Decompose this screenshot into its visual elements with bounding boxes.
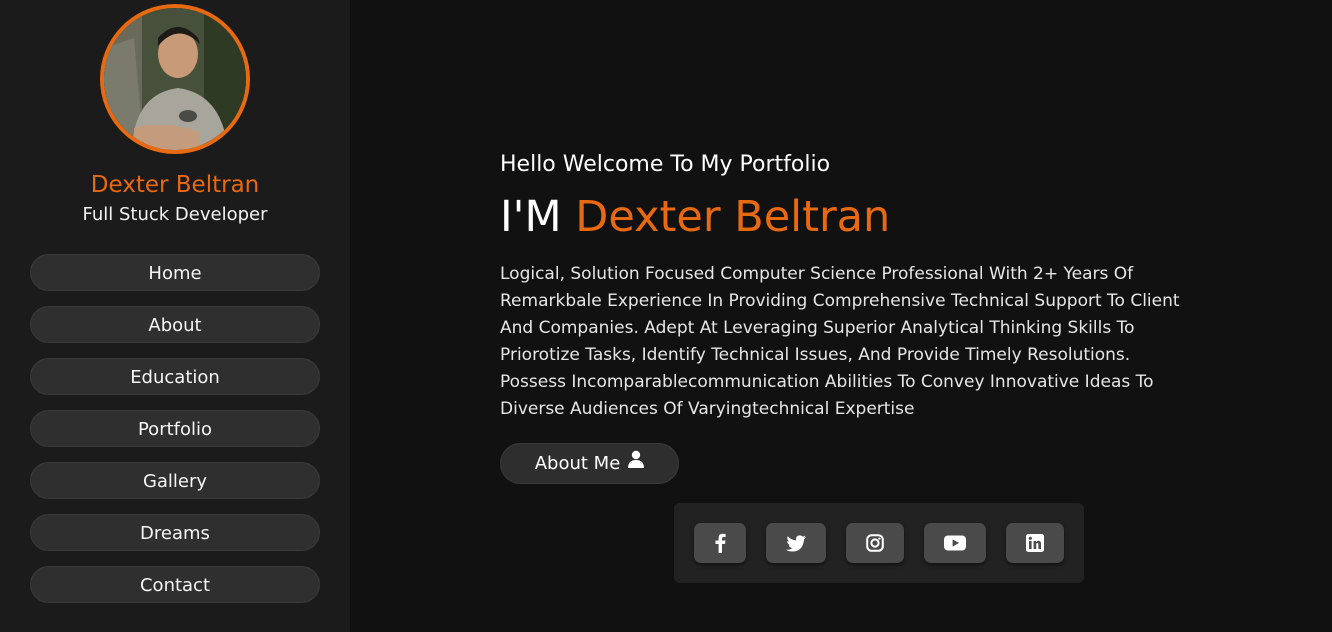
facebook-button[interactable]	[694, 523, 746, 563]
twitter-icon	[786, 534, 806, 551]
nav-about-button[interactable]: About	[30, 306, 320, 343]
youtube-button[interactable]	[924, 523, 986, 563]
avatar	[100, 4, 250, 154]
nav-dreams-button[interactable]: Dreams	[30, 514, 320, 551]
nav-contact-button[interactable]: Contact	[30, 566, 320, 603]
youtube-icon	[944, 535, 966, 551]
twitter-button[interactable]	[766, 523, 826, 563]
instagram-button[interactable]	[846, 523, 904, 563]
hero-greeting: Hello Welcome To My Portfolio	[500, 152, 831, 177]
facebook-icon	[715, 533, 726, 553]
instagram-icon	[866, 534, 884, 552]
hero-headline: I'M Dexter Beltran	[500, 190, 890, 244]
user-icon	[628, 443, 645, 482]
page: Dexter Beltran Full Stuck Developer Home…	[0, 0, 1332, 632]
hero-intro-name: Dexter Beltran	[575, 192, 891, 242]
nav-portfolio-button[interactable]: Portfolio	[30, 410, 320, 447]
nav-home-button[interactable]: Home	[30, 254, 320, 291]
sidebar: Dexter Beltran Full Stuck Developer Home…	[0, 0, 350, 632]
linkedin-button[interactable]	[1006, 523, 1064, 563]
sidebar-role: Full Stuck Developer	[82, 204, 268, 225]
sidebar-nav: Home About Education Portfolio Gallery D…	[30, 254, 320, 618]
hero-intro-prefix: I'M	[500, 192, 562, 242]
sidebar-name: Dexter Beltran	[90, 172, 260, 198]
nav-education-button[interactable]: Education	[30, 358, 320, 395]
linkedin-icon	[1026, 534, 1044, 552]
nav-gallery-button[interactable]: Gallery	[30, 462, 320, 499]
about-me-button[interactable]: About Me	[500, 443, 679, 484]
hero-bio: Logical, Solution Focused Computer Scien…	[500, 264, 1180, 419]
about-me-label: About Me	[534, 453, 621, 474]
social-links	[674, 503, 1084, 583]
profile-photo	[104, 8, 246, 150]
